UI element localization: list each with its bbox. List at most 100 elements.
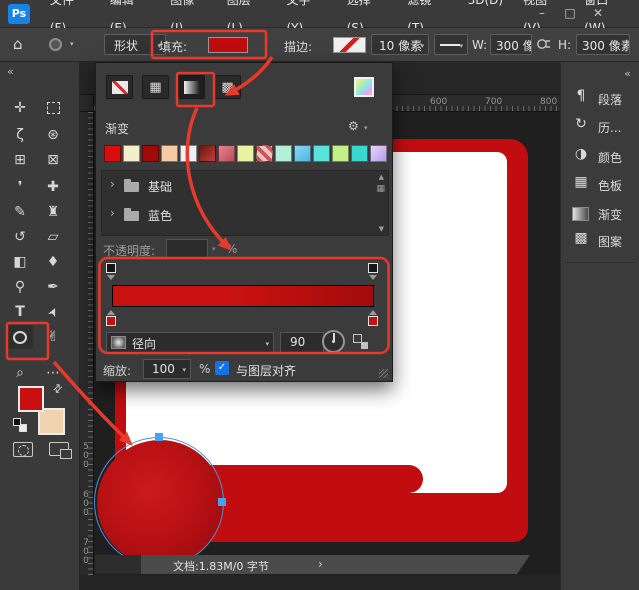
panel-gradient[interactable]: 渐变 xyxy=(561,201,639,227)
crop-tool[interactable]: ⊞ xyxy=(7,148,33,172)
link-dimensions-icon[interactable] xyxy=(536,37,554,54)
folder-row-basics[interactable]: › 基础 xyxy=(102,174,388,198)
align-checkbox[interactable]: ✓ xyxy=(215,361,229,375)
collapse-panel-icon[interactable]: « xyxy=(7,65,14,78)
minimize-button[interactable]: – xyxy=(531,4,553,22)
gradient-preset[interactable] xyxy=(142,145,159,162)
background-color-swatch[interactable] xyxy=(38,408,65,435)
more-tools[interactable]: ⋯ xyxy=(40,361,66,385)
paint-bucket-tool[interactable]: ◧ xyxy=(7,250,33,274)
angle-dial[interactable] xyxy=(322,330,345,353)
gradient-preset[interactable] xyxy=(294,145,311,162)
color-stop-right[interactable] xyxy=(368,316,378,326)
ellipse-tool-preset-icon[interactable] xyxy=(49,38,62,51)
path-handle-top[interactable] xyxy=(155,433,163,441)
window-bottom-strip xyxy=(80,575,560,590)
stroke-style-select[interactable]: ▾ xyxy=(434,34,468,55)
type-tool[interactable]: T xyxy=(7,300,33,324)
frame-tool[interactable]: ⊠ xyxy=(40,148,66,172)
gradient-preset[interactable] xyxy=(275,145,292,162)
angle-input[interactable]: 90 xyxy=(280,332,324,353)
gradient-type-select[interactable]: 径向 ▾ xyxy=(106,332,274,353)
width-input[interactable]: 300 像素 xyxy=(490,34,532,55)
move-tool[interactable]: ✛ xyxy=(7,96,33,120)
gradient-preset[interactable] xyxy=(218,145,235,162)
clone-stamp-tool[interactable]: ♜ xyxy=(40,200,66,224)
panel-history[interactable]: ↻ 历... xyxy=(561,114,639,140)
color-stop-left[interactable] xyxy=(106,316,116,326)
panel-swatches[interactable]: ▦ 色板 xyxy=(561,172,639,198)
pattern-button[interactable]: ▩ xyxy=(214,75,241,99)
height-input[interactable]: 300 像素 xyxy=(576,34,630,55)
reverse-gradient-icon[interactable] xyxy=(353,334,368,349)
opacity-stop-left[interactable] xyxy=(106,263,116,273)
expand-chevron-icon[interactable]: › xyxy=(110,206,115,220)
gear-icon[interactable]: ⚙ xyxy=(348,119,359,133)
color-picker-button[interactable] xyxy=(354,77,374,97)
panel-pattern[interactable]: ▩ 图案 xyxy=(561,228,639,254)
healing-brush-tool[interactable]: ✚ xyxy=(40,175,66,199)
gradient-preset[interactable] xyxy=(351,145,368,162)
fill-color-swatch[interactable] xyxy=(208,37,248,53)
quick-mask-icon[interactable] xyxy=(13,442,33,457)
gradient-preset[interactable] xyxy=(256,145,273,162)
scroll-up-icon[interactable]: ▲ xyxy=(379,173,384,181)
eyedropper-tool[interactable]: ❜ xyxy=(7,175,33,199)
close-button[interactable]: ✕ xyxy=(587,4,609,22)
gradient-preset[interactable] xyxy=(123,145,140,162)
resize-grip[interactable] xyxy=(379,369,388,378)
screen-mode-icon[interactable] xyxy=(49,442,69,456)
gradient-preset[interactable] xyxy=(237,145,254,162)
brush-tool[interactable]: ✎ xyxy=(7,200,33,224)
default-colors-icon[interactable] xyxy=(13,418,27,432)
solid-color-button[interactable]: ▦ xyxy=(142,75,169,99)
gradient-preset[interactable] xyxy=(180,145,197,162)
status-chevron-icon[interactable]: › xyxy=(318,557,323,571)
gradient-preview-bar[interactable] xyxy=(112,285,374,307)
chevron-down-icon: ▾ xyxy=(459,42,463,50)
folder-row-blues[interactable]: › 蓝色 xyxy=(102,203,388,227)
opacity-chevron-icon[interactable]: ▾ xyxy=(212,245,216,253)
quick-selection-tool[interactable]: ⊛ xyxy=(40,123,66,147)
scroll-down-icon[interactable]: ▼ xyxy=(379,225,384,233)
opacity-input[interactable] xyxy=(166,239,208,258)
maximize-button[interactable]: □ xyxy=(559,4,581,22)
gradient-preset[interactable] xyxy=(161,145,178,162)
gradient-preset[interactable] xyxy=(332,145,349,162)
gradient-preset[interactable] xyxy=(104,145,121,162)
expand-chevron-icon[interactable]: › xyxy=(110,177,115,191)
panel-paragraph[interactable]: ¶ 段落 xyxy=(561,86,639,112)
opacity-stop-right[interactable] xyxy=(368,263,378,273)
blur-tool[interactable]: ♦ xyxy=(40,250,66,274)
no-color-button[interactable] xyxy=(106,75,133,99)
dodge-tool[interactable]: ⚲ xyxy=(7,275,33,299)
history-brush-tool[interactable]: ↺ xyxy=(7,225,33,249)
path-selection-tool[interactable]: ➤ xyxy=(37,295,70,329)
gradient-preset[interactable] xyxy=(370,145,387,162)
collapse-panel-icon[interactable]: « xyxy=(624,67,631,80)
gradient-preset[interactable] xyxy=(199,145,216,162)
gradient-preset[interactable] xyxy=(313,145,330,162)
tool-mode-select[interactable]: 形状 ▾ xyxy=(104,34,166,55)
panel-color[interactable]: ◑ 颜色 xyxy=(561,144,639,170)
eraser-tool[interactable]: ▱ xyxy=(40,225,66,249)
zoom-level-field[interactable] xyxy=(95,555,141,574)
foreground-color-swatch[interactable] xyxy=(18,386,44,412)
home-icon[interactable]: ⌂ xyxy=(13,35,23,53)
ellipse-tool[interactable] xyxy=(7,325,33,349)
scale-select[interactable]: 100 ▾ xyxy=(143,359,191,379)
zoom-tool[interactable]: ⌕ xyxy=(7,361,33,385)
path-handle-right[interactable] xyxy=(218,498,226,506)
gear-chevron-icon[interactable]: ▾ xyxy=(364,124,368,132)
hand-tool[interactable]: ✌ xyxy=(40,325,66,349)
gradient-button[interactable] xyxy=(178,75,205,99)
ellipse-path-outline[interactable] xyxy=(94,437,224,567)
list-view-icon[interactable]: ▦ xyxy=(376,184,385,194)
stroke-color-swatch[interactable] xyxy=(333,37,366,53)
width-value: 300 像素 xyxy=(496,39,532,53)
preset-chevron-down-icon[interactable]: ▾ xyxy=(70,40,74,48)
lasso-tool[interactable]: ζ xyxy=(7,123,33,147)
stroke-width-select[interactable]: 10 像素 ▾ xyxy=(371,34,429,55)
marquee-tool[interactable] xyxy=(40,96,66,120)
pen-tool[interactable]: ✒ xyxy=(40,275,66,299)
